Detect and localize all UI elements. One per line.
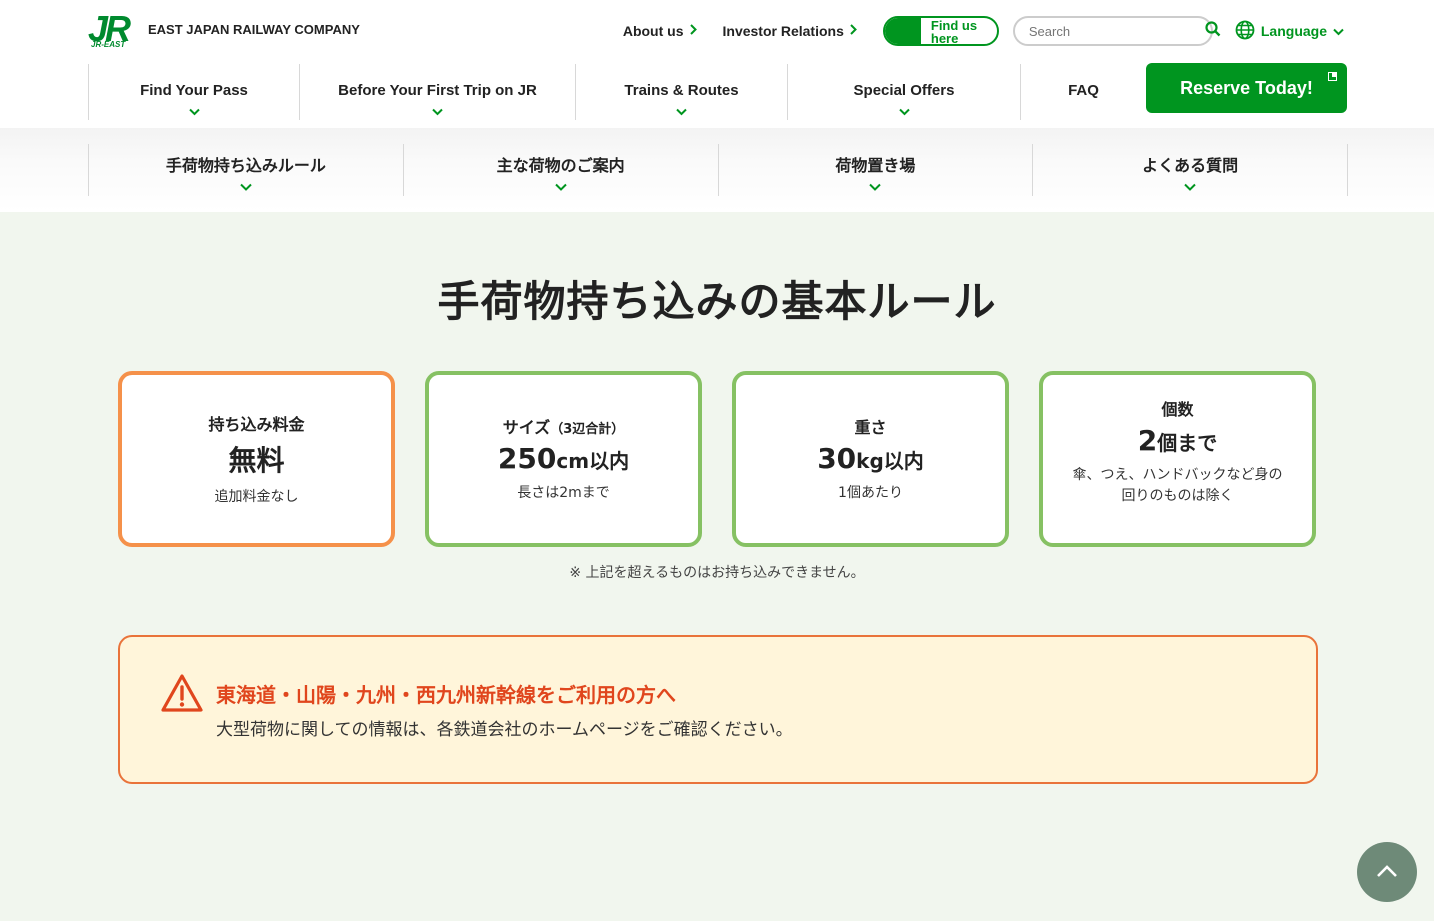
page-title: 手荷物持ち込みの基本ルール bbox=[437, 277, 997, 326]
jr-east-logo[interactable]: JR JR-EAST EAST JAPAN RAILWAY COMPANY bbox=[88, 8, 360, 50]
nav-special-offers[interactable]: Special Offers bbox=[787, 64, 1020, 120]
investor-relations-label: Investor Relations bbox=[722, 23, 844, 39]
rule-card-value: 250cm以内 bbox=[498, 442, 629, 475]
rule-card-label: 持ち込み料金 bbox=[208, 414, 305, 434]
sub-navigation: 手荷物持ち込みルール 主な荷物のご案内 荷物置き場 よくある質問 bbox=[0, 128, 1434, 212]
rule-card-value: 30kg以内 bbox=[817, 442, 924, 475]
nav-faq[interactable]: FAQ bbox=[1020, 64, 1146, 120]
chevron-down-icon bbox=[869, 180, 882, 194]
rule-card-note: 1個あたり bbox=[838, 485, 903, 501]
rule-card-note: 長さは2mまで bbox=[517, 485, 610, 501]
rule-cards: 持ち込み料金 無料 追加料金なし サイズ（3辺合計） 250cm以内 長さは2m… bbox=[118, 371, 1316, 547]
rule-card-note: 傘、つえ、ハンドバックなど身の回りのものは除く bbox=[1072, 466, 1283, 504]
notice-title: 東海道・山陽・九州・西九州新幹線をご利用の方へ bbox=[216, 683, 676, 707]
arrow-up-icon bbox=[1376, 863, 1398, 882]
rule-card-note: 追加料金なし bbox=[214, 488, 299, 505]
reserve-label: Reserve Today! bbox=[1180, 77, 1313, 98]
find-us-accent bbox=[884, 18, 921, 44]
find-us-label: Find us here bbox=[930, 18, 978, 46]
company-name: EAST JAPAN RAILWAY COMPANY bbox=[148, 22, 360, 37]
search-icon[interactable] bbox=[1205, 21, 1221, 41]
chevron-right-icon bbox=[850, 24, 857, 38]
about-us-label: About us bbox=[622, 23, 684, 39]
chevron-down-icon bbox=[554, 180, 567, 194]
top-links: About us Investor Relations Find us here bbox=[623, 16, 1344, 46]
search-input[interactable] bbox=[1028, 23, 1205, 39]
subnav-label: 荷物置き場 bbox=[835, 156, 916, 175]
rule-card-weight: 重さ 30kg以内 1個あたり bbox=[732, 371, 1009, 547]
rule-card-label: 個数 bbox=[1161, 399, 1194, 419]
nav-label: Before Your First Trip on JR bbox=[338, 82, 537, 99]
main-navigation: Find Your Pass Before Your First Trip on… bbox=[88, 64, 1146, 120]
nav-trains-routes[interactable]: Trains & Routes bbox=[575, 64, 787, 120]
rule-card-count: 個数 2個まで 傘、つえ、ハンドバックなど身の回りのものは除く bbox=[1039, 371, 1316, 547]
jr-logo-mark: JR JR-EAST bbox=[88, 8, 138, 50]
external-link-icon bbox=[1328, 72, 1337, 81]
about-us-link[interactable]: About us bbox=[623, 23, 697, 39]
rule-card-value-number: 250 bbox=[497, 442, 557, 475]
chevron-down-icon bbox=[240, 180, 252, 194]
rule-card-value: 無料 bbox=[228, 443, 285, 477]
rule-card-value-unit: cm bbox=[556, 449, 590, 473]
chevron-right-icon bbox=[689, 24, 697, 38]
nav-label: FAQ bbox=[1068, 82, 1099, 99]
nav-label: Special Offers bbox=[853, 82, 955, 99]
rule-card-value-unit: kg bbox=[856, 449, 884, 473]
find-us-here-button[interactable]: Find us here bbox=[882, 16, 999, 46]
rule-card-value: 2個まで bbox=[1138, 424, 1217, 457]
language-selector[interactable]: Language bbox=[1235, 20, 1344, 43]
rule-card-label: 重さ bbox=[854, 418, 887, 437]
rules-footnote: ※ 上記を超えるものはお持ち込みできません。 bbox=[569, 565, 865, 581]
nav-find-your-pass[interactable]: Find Your Pass bbox=[88, 64, 299, 120]
subnav-main-luggage[interactable]: 主な荷物のご案内 bbox=[402, 144, 718, 196]
language-label: Language bbox=[1260, 23, 1327, 39]
subnav-label: 主な荷物のご案内 bbox=[496, 156, 625, 175]
chevron-down-icon bbox=[188, 105, 200, 119]
rule-card-label-text: サイズ bbox=[502, 418, 551, 437]
jr-logo-sub: JR-EAST bbox=[91, 40, 126, 49]
nav-before-first-trip[interactable]: Before Your First Trip on JR bbox=[299, 64, 575, 120]
rule-card-value-suffix: 以内 bbox=[883, 449, 924, 473]
rule-card-label: サイズ（3辺合計） bbox=[503, 414, 625, 438]
subnav-label: 手荷物持ち込みルール bbox=[165, 156, 326, 175]
sub-navigation-row: 手荷物持ち込みルール 主な荷物のご案内 荷物置き場 よくある質問 bbox=[88, 144, 1348, 196]
chevron-down-icon bbox=[1333, 23, 1344, 39]
rule-card-value-number: 2 bbox=[1137, 423, 1158, 457]
rule-card-value-suffix: 個まで bbox=[1157, 430, 1218, 455]
rule-card-value-number: 30 bbox=[817, 442, 857, 475]
search-box[interactable] bbox=[1012, 16, 1221, 46]
site-header: JR JR-EAST EAST JAPAN RAILWAY COMPANY Ab… bbox=[0, 0, 1434, 128]
warning-icon bbox=[160, 673, 204, 713]
subnav-carry-on-rules[interactable]: 手荷物持ち込みルール bbox=[88, 144, 403, 196]
chevron-down-icon bbox=[898, 105, 910, 119]
subnav-luggage-space[interactable]: 荷物置き場 bbox=[717, 144, 1033, 196]
back-to-top-button[interactable] bbox=[1357, 842, 1417, 902]
rule-card-fee: 持ち込み料金 無料 追加料金なし bbox=[118, 371, 395, 547]
reserve-today-button[interactable]: Reserve Today! bbox=[1146, 63, 1347, 113]
subnav-faq[interactable]: よくある質問 bbox=[1032, 144, 1347, 196]
chevron-down-icon bbox=[676, 105, 687, 119]
subnav-label: よくある質問 bbox=[1142, 156, 1239, 175]
chevron-down-icon bbox=[432, 105, 443, 119]
nav-label: Trains & Routes bbox=[624, 82, 739, 99]
notice-body: 大型荷物に関しての情報は、各鉄道会社のホームページをご確認ください。 bbox=[216, 720, 793, 740]
investor-relations-link[interactable]: Investor Relations bbox=[723, 23, 857, 39]
rule-card-value-suffix: 以内 bbox=[589, 449, 630, 473]
nav-label: Find Your Pass bbox=[140, 82, 248, 99]
rule-card-label-sub: （3辺合計） bbox=[550, 422, 625, 437]
shinkansen-notice: 東海道・山陽・九州・西九州新幹線をご利用の方へ 大型荷物に関しての情報は、各鉄道… bbox=[118, 635, 1318, 784]
globe-icon bbox=[1235, 20, 1255, 43]
rule-card-size: サイズ（3辺合計） 250cm以内 長さは2mまで bbox=[425, 371, 702, 547]
chevron-down-icon bbox=[1184, 180, 1196, 194]
